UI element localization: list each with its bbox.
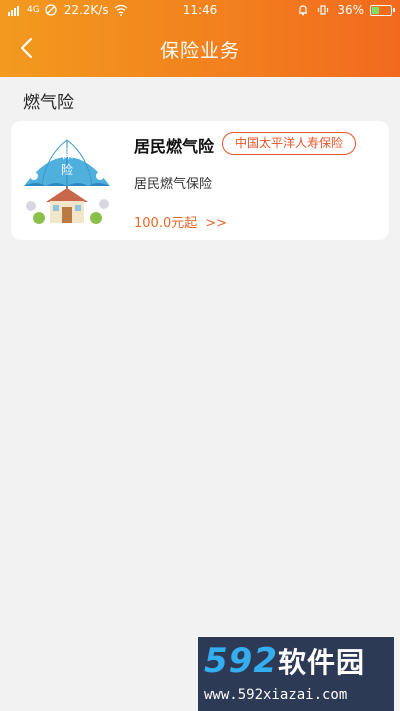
company-badge: 中国太平洋人寿保险 — [222, 132, 357, 155]
product-thumbnail: 保 险 — [22, 136, 112, 226]
product-card[interactable]: 保 险 居民燃气险 中国太平洋人寿保险 居民燃气保险 100.0元起 >> — [11, 121, 389, 240]
page-title: 保险业务 — [159, 40, 240, 62]
header: 4G 22.2K/s 11:46 36% 保险业务 — [0, 0, 400, 77]
watermark-number: 592 — [204, 641, 278, 681]
battery-fill — [372, 6, 380, 14]
status-right: 36% — [297, 3, 395, 17]
thumb-char-2: 险 — [61, 162, 73, 177]
price-value: 100.0元起 — [134, 216, 198, 231]
alarm-icon — [297, 4, 311, 16]
watermark-cn-text: 软件园 — [277, 646, 365, 679]
watermark-logo: 592软件园 www.592xiazai.com — [198, 637, 394, 711]
insurance-umbrella-house-icon: 保 险 — [22, 136, 112, 226]
battery-icon — [370, 4, 395, 16]
thumb-char-1: 保 — [61, 147, 73, 161]
navbar: 保险业务 — [0, 22, 400, 77]
status-bar: 4G 22.2K/s 11:46 36% — [0, 0, 400, 22]
more-arrows: >> — [205, 216, 228, 231]
watermark-brand: 592软件园 — [204, 641, 365, 681]
product-price[interactable]: 100.0元起 >> — [134, 212, 227, 231]
vibrate-icon — [317, 4, 331, 16]
product-description: 居民燃气保险 — [134, 177, 213, 192]
section-title: 燃气险 — [23, 93, 74, 113]
watermark-url: www.592xiazai.com — [204, 687, 348, 703]
battery-percent: 36% — [337, 3, 364, 17]
product-name: 居民燃气险 — [134, 137, 215, 156]
